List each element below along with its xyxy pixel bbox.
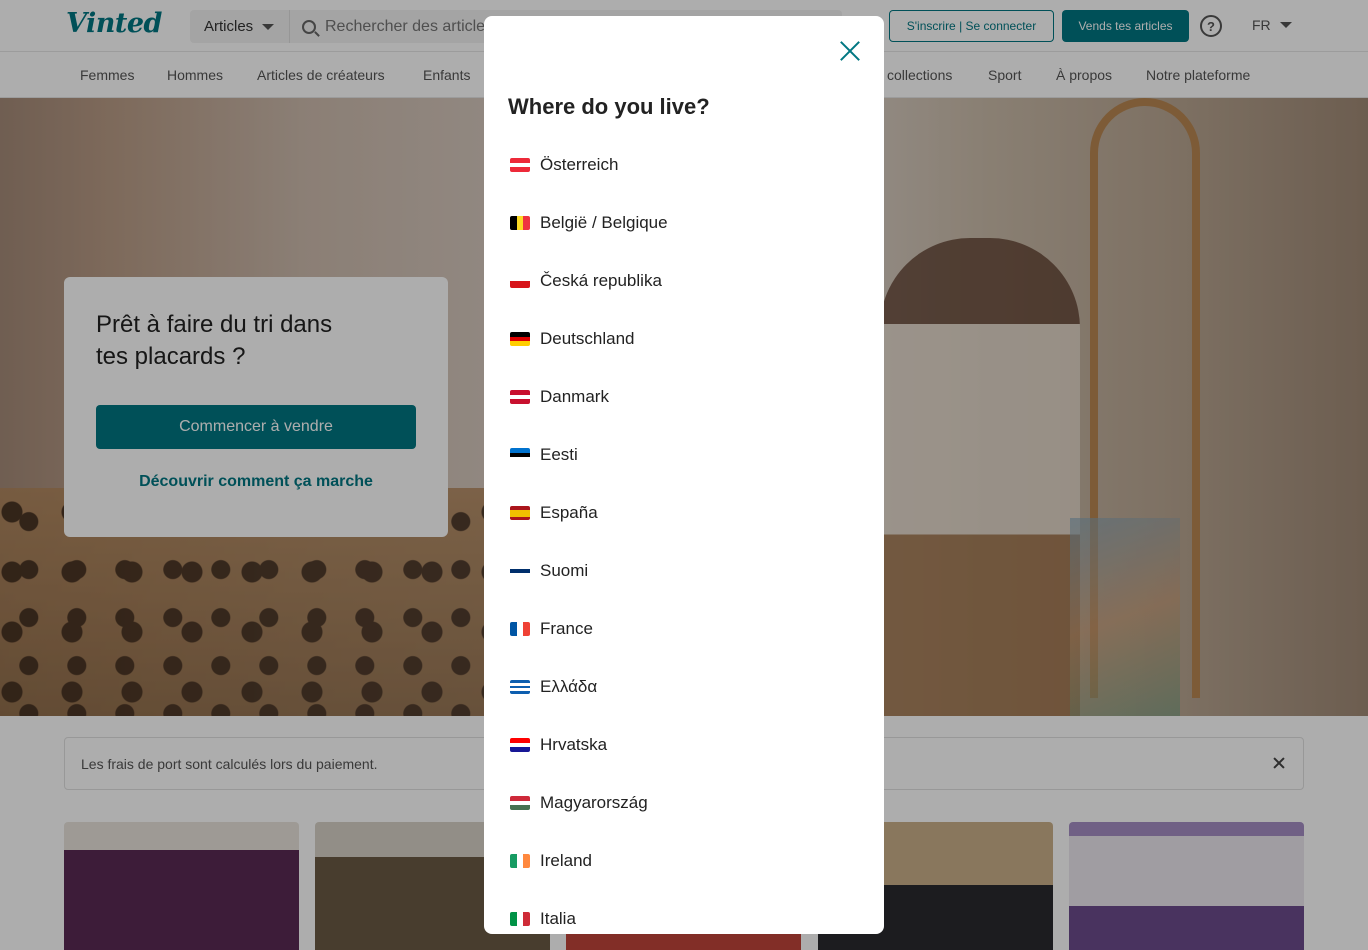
flag-icon: [510, 738, 530, 752]
country-name: Hrvatska: [540, 735, 608, 754]
close-icon[interactable]: [839, 40, 861, 62]
country-option[interactable]: Hrvatska: [484, 716, 884, 774]
country-name: België / Belgique: [540, 213, 668, 232]
flag-icon: [510, 390, 530, 404]
modal-title: Where do you live?: [508, 94, 710, 119]
country-name: Danmark: [540, 387, 609, 406]
country-name: Ireland: [540, 851, 592, 870]
country-name: Eesti: [540, 445, 578, 464]
country-name: Deutschland: [540, 329, 635, 348]
country-option[interactable]: France: [484, 600, 884, 658]
country-select-modal: Where do you live? Österreich België / Be…: [484, 16, 884, 934]
country-option[interactable]: Česká republika: [484, 252, 884, 310]
flag-icon: [510, 448, 530, 462]
flag-icon: [510, 912, 530, 926]
country-name: Suomi: [540, 561, 589, 580]
flag-icon: [510, 274, 530, 288]
flag-icon: [510, 680, 530, 694]
flag-icon: [510, 506, 530, 520]
country-name: Česká republika: [540, 271, 662, 290]
country-option[interactable]: Magyarország: [484, 774, 884, 832]
flag-icon: [510, 854, 530, 868]
flag-icon: [510, 332, 530, 346]
country-option[interactable]: Danmark: [484, 368, 884, 426]
country-option[interactable]: Eesti: [484, 426, 884, 484]
country-name: Magyarország: [540, 793, 648, 812]
country-name: Österreich: [540, 155, 619, 174]
flag-icon: [510, 796, 530, 810]
country-option[interactable]: Ireland: [484, 832, 884, 890]
flag-icon: [510, 216, 530, 230]
country-list: Österreich België / Belgique Česká republi…: [484, 136, 884, 934]
country-option[interactable]: España: [484, 484, 884, 542]
country-option[interactable]: Italia: [484, 890, 884, 934]
country-option[interactable]: Österreich: [484, 136, 884, 194]
country-name: Italia: [540, 909, 576, 928]
flag-icon: [510, 622, 530, 636]
country-option[interactable]: Suomi: [484, 542, 884, 600]
country-option[interactable]: Ελλάδα: [484, 658, 884, 716]
country-name: Ελλάδα: [540, 677, 598, 696]
flag-icon: [510, 564, 530, 578]
country-option[interactable]: België / Belgique: [484, 194, 884, 252]
country-name: España: [540, 503, 598, 522]
flag-icon: [510, 158, 530, 172]
country-option[interactable]: Deutschland: [484, 310, 884, 368]
country-name: France: [540, 619, 593, 638]
